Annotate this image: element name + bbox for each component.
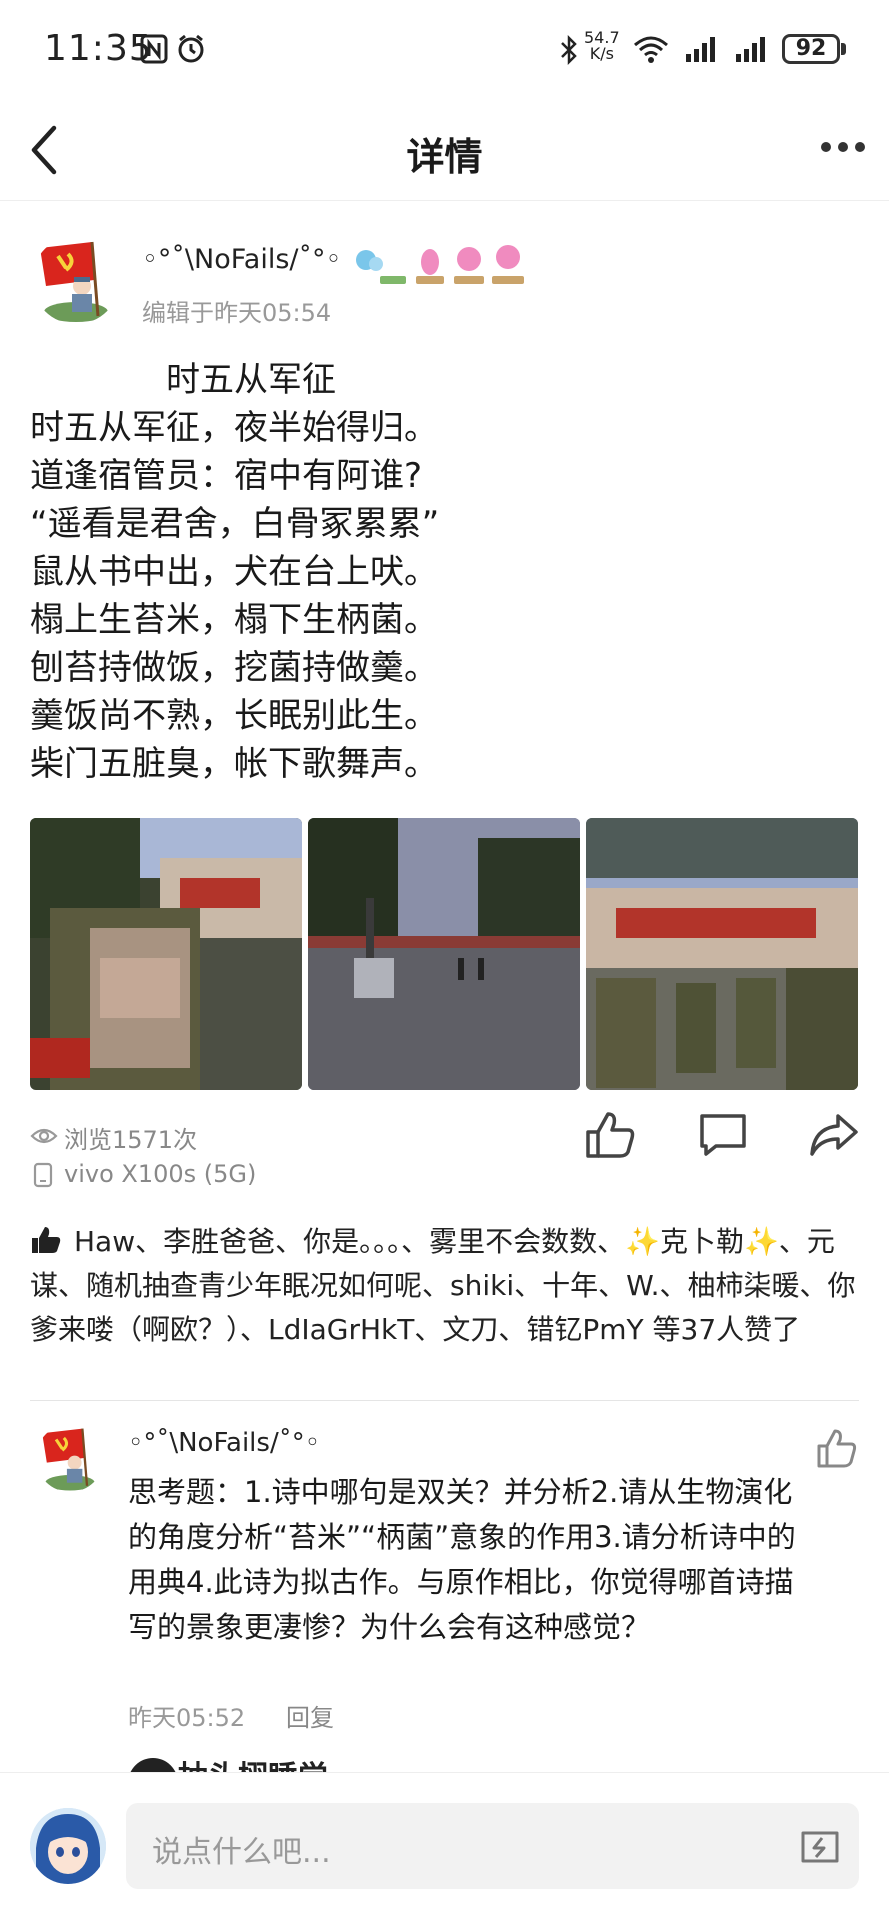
bluetooth-icon: [561, 34, 577, 66]
user-badges-icon: [356, 245, 524, 284]
wifi-icon: [634, 36, 668, 63]
battery-indicator: 92: [782, 34, 840, 64]
poem-line: 时五从军征，夜半始得归。: [30, 408, 438, 448]
poem-line: 羹饭尚不熟，长眠别此生。: [30, 696, 438, 736]
view-count: 浏览1571次: [64, 1126, 198, 1154]
share-icon[interactable]: [808, 1112, 860, 1158]
comment-time: 昨天05:52: [128, 1704, 246, 1732]
comment-reply-button[interactable]: 回复: [286, 1698, 334, 1733]
poem-line: 榻上生苔米，榻下生柄菌。: [30, 600, 438, 640]
likes-list: Haw、李胜爸爸、你是。。。、雾里不会数数、✨克卜勒✨、元谋、随机抽查青少年眠况…: [30, 1220, 870, 1352]
signal-icon-2: [736, 37, 765, 62]
thumb-up-icon[interactable]: [584, 1110, 636, 1160]
battery-tip: [841, 43, 846, 55]
comment-text: 思考题：1.诗中哪句是双关？并分析2.请从生物演化的角度分析“苔米”“柄菌”意象…: [128, 1475, 796, 1644]
more-icon[interactable]: [820, 140, 866, 154]
alarm-icon: [178, 34, 204, 63]
device-name: vivo X100s (5G): [64, 1160, 257, 1188]
nfc-icon: [140, 34, 168, 64]
likes-divider: [30, 1400, 859, 1401]
post-photo-1[interactable]: [30, 818, 302, 1090]
likes-thumb-icon: [32, 1227, 61, 1253]
poem-title: 时五从军征: [166, 360, 336, 400]
page-title: 详情: [406, 135, 483, 179]
poem-line: 柴门五脏臭，帐下歌舞声。: [30, 744, 438, 784]
signal-icon-1: [686, 37, 715, 62]
post-photo-3[interactable]: [586, 818, 858, 1090]
comment-icon[interactable]: [698, 1112, 748, 1158]
eye-icon: [30, 1128, 58, 1144]
net-speed: 54.7 K/s: [584, 28, 620, 63]
phone-icon: [33, 1162, 53, 1188]
post-edit-time: 编辑于昨天05:54: [142, 299, 332, 327]
poem-line: “遥看是君舍，白骨冢累累”: [30, 504, 440, 544]
comment-like-icon[interactable]: [816, 1428, 858, 1470]
poem-line: 刨苔持做饭，挖菌持做羹。: [30, 648, 438, 688]
post-body: 时五从军征 时五从军征，夜半始得归。 道逢宿管员：宿中有阿谁? “遥看是君舍，白…: [30, 356, 870, 788]
status-time: 11:35: [44, 28, 153, 69]
poem-line: 鼠从书中出，犬在台上吠。: [30, 552, 438, 592]
likes-names: Haw、李胜爸爸、你是。。。、雾里不会数数、✨克卜勒✨、元谋、随机抽查青少年眠况…: [30, 1225, 856, 1346]
emoji-icon[interactable]: [800, 1830, 840, 1864]
comment-author-name[interactable]: ◦°˚\NoFails/˚°◦: [128, 1428, 320, 1458]
comment-author-avatar[interactable]: [36, 1424, 104, 1492]
post-author-avatar[interactable]: [32, 236, 120, 324]
status-bar: 11:35 54.7 K/s 92: [0, 0, 889, 100]
poem-line: 道逢宿管员：宿中有阿谁?: [30, 456, 423, 496]
post-author-name[interactable]: ◦°˚\NoFails/˚°◦: [142, 244, 341, 275]
post-photo-2[interactable]: [308, 818, 580, 1090]
my-avatar[interactable]: [30, 1808, 106, 1884]
comment-input-placeholder: 说点什么吧...: [152, 1835, 331, 1870]
